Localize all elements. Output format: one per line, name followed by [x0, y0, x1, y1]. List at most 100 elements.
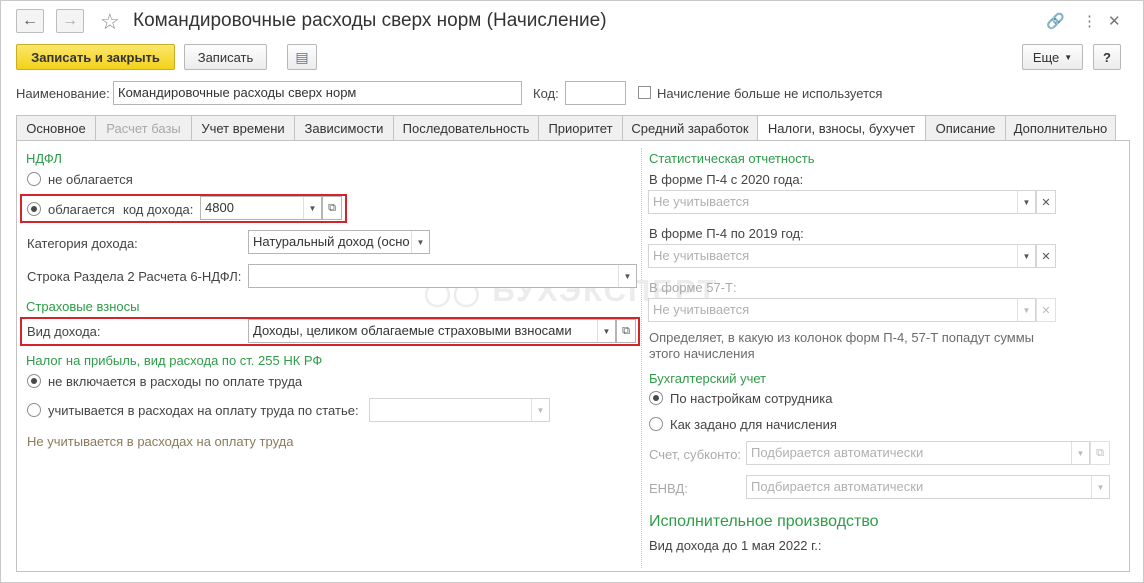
tab-main[interactable]: Основное [16, 115, 96, 141]
save-button[interactable]: Записать [184, 44, 267, 70]
code-label: Код: [533, 86, 559, 101]
more-vert-icon[interactable]: ⋮ [1082, 12, 1097, 30]
f57t-select: Не учитывается ▼ [648, 298, 1036, 322]
chevron-down-icon[interactable]: ▼ [1017, 191, 1035, 213]
category-value: Натуральный доход (осно [253, 234, 410, 249]
income-type-value: Доходы, целиком облагаемые страховыми вз… [253, 323, 572, 338]
accounting-title: Бухгалтерский учет [649, 371, 767, 386]
ndfl-title: НДФЛ [26, 151, 62, 166]
tab-bar: Основное Расчет базы Учет времени Зависи… [16, 115, 1116, 141]
p4-2020-value: Не учитывается [653, 194, 750, 209]
open-icon[interactable]: ⧉ [322, 196, 342, 220]
enforcement-title: Исполнительное производство [649, 513, 879, 530]
open-icon: ⧉ [1090, 441, 1110, 465]
tab-sequence[interactable]: Последовательность [394, 115, 539, 141]
chevron-down-icon: ▼ [1091, 476, 1109, 498]
chevron-down-icon[interactable]: ▼ [411, 231, 429, 253]
line-6ndfl-label: Строка Раздела 2 Расчета 6-НДФЛ: [27, 269, 242, 284]
p4-2020-select[interactable]: Не учитывается ▼ [648, 190, 1036, 214]
clear-icon: ✕ [1036, 298, 1056, 322]
column-divider [641, 148, 642, 568]
forward-button[interactable]: → [56, 9, 84, 33]
stat-title: Статистическая отчетность [649, 151, 815, 166]
income-type-select[interactable]: Доходы, целиком облагаемые страховыми вз… [248, 319, 616, 343]
ndfl-not-taxed-radio[interactable] [27, 172, 41, 186]
name-input[interactable]: Командировочные расходы сверх норм [113, 81, 522, 105]
p4-2019-label: В форме П-4 по 2019 год: [649, 226, 804, 241]
category-label: Категория дохода: [27, 236, 138, 251]
category-select[interactable]: Натуральный доход (осно ▼ [248, 230, 430, 254]
envd-value: Подбирается автоматически [751, 479, 924, 494]
more-button[interactable]: Еще ▼ [1022, 44, 1083, 70]
close-icon[interactable]: ✕ [1108, 12, 1121, 30]
chevron-down-icon[interactable]: ▼ [303, 197, 321, 219]
tab-time-tracking[interactable]: Учет времени [192, 115, 295, 141]
chevron-down-icon[interactable]: ▼ [1017, 245, 1035, 267]
star-icon[interactable]: ☆ [100, 9, 120, 35]
chevron-down-icon: ▼ [1017, 299, 1035, 321]
not-used-label: Начисление больше не используется [657, 86, 883, 101]
page-title: Командировочные расходы сверх норм (Начи… [133, 10, 607, 31]
document-icon: ▤ [295, 48, 309, 65]
tab-dependencies[interactable]: Зависимости [295, 115, 394, 141]
by-employee-label: По настройкам сотрудника [670, 391, 833, 406]
stat-note-1: Определяет, в какую из колонок форм П-4,… [649, 330, 1035, 345]
save-and-close-button[interactable]: Записать и закрыть [16, 44, 175, 70]
back-button[interactable]: ← [16, 9, 44, 33]
line-6ndfl-select[interactable]: ▼ [248, 264, 637, 288]
enforcement-income-label: Вид дохода до 1 мая 2022 г.: [649, 538, 822, 553]
included-label: учитывается в расходах на оплату труда п… [48, 403, 359, 418]
name-label: Наименование: [16, 86, 110, 101]
as-set-label: Как задано для начисления [670, 417, 837, 432]
envd-label: ЕНВД: [649, 481, 688, 496]
income-code-value: 4800 [205, 200, 234, 215]
chevron-down-icon: ▼ [531, 399, 549, 421]
open-icon[interactable]: ⧉ [616, 319, 636, 343]
link-icon[interactable]: 🔗 [1046, 12, 1065, 30]
income-code-label: код дохода: [123, 202, 194, 217]
chevron-down-icon[interactable]: ▼ [618, 265, 636, 287]
stat-note-2: этого начисления [649, 346, 755, 361]
chevron-down-icon[interactable]: ▼ [597, 320, 615, 342]
profit-tax-note: Не учитывается в расходах на оплату труд… [27, 434, 294, 449]
help-button[interactable]: ? [1093, 44, 1121, 70]
code-input[interactable] [565, 81, 626, 105]
arrow-left-icon: ← [22, 12, 38, 29]
account-label: Счет, субконто: [649, 447, 742, 462]
as-set-radio[interactable] [649, 417, 663, 431]
profit-tax-title: Налог на прибыль, вид расхода по ст. 255… [26, 353, 323, 368]
ndfl-taxed-label: облагается [48, 202, 115, 217]
account-value: Подбирается автоматически [751, 445, 924, 460]
report-button[interactable]: ▤ [287, 44, 317, 70]
included-radio[interactable] [27, 403, 41, 417]
account-select: Подбирается автоматически ▼ [746, 441, 1090, 465]
more-label: Еще [1032, 49, 1060, 65]
article-select: ▼ [369, 398, 550, 422]
tab-taxes[interactable]: Налоги, взносы, бухучет [758, 115, 926, 141]
clear-icon[interactable]: ✕ [1036, 190, 1056, 214]
ndfl-taxed-radio[interactable] [27, 202, 41, 216]
f57t-label: В форме 57-Т: [649, 280, 737, 295]
tab-base-calc[interactable]: Расчет базы [96, 115, 192, 141]
insurance-title: Страховые взносы [26, 299, 140, 314]
p4-2020-label: В форме П-4 с 2020 года: [649, 172, 804, 187]
income-code-input[interactable]: 4800 ▼ [200, 196, 322, 220]
tab-additional[interactable]: Дополнительно [1006, 115, 1116, 141]
not-included-label: не включается в расходы по оплате труда [48, 374, 303, 389]
chevron-down-icon: ▼ [1064, 52, 1073, 62]
arrow-right-icon: → [62, 12, 78, 29]
ndfl-not-taxed-label: не облагается [48, 172, 133, 187]
tab-description[interactable]: Описание [926, 115, 1006, 141]
p4-2019-value: Не учитывается [653, 248, 750, 263]
not-included-radio[interactable] [27, 374, 41, 388]
envd-select: Подбирается автоматически ▼ [746, 475, 1110, 499]
not-used-checkbox[interactable] [638, 86, 651, 99]
chevron-down-icon: ▼ [1071, 442, 1089, 464]
clear-icon[interactable]: ✕ [1036, 244, 1056, 268]
tab-average-earnings[interactable]: Средний заработок [623, 115, 758, 141]
f57t-value: Не учитывается [653, 302, 750, 317]
p4-2019-select[interactable]: Не учитывается ▼ [648, 244, 1036, 268]
by-employee-radio[interactable] [649, 391, 663, 405]
tab-priority[interactable]: Приоритет [539, 115, 623, 141]
income-type-label: Вид дохода: [27, 324, 101, 339]
